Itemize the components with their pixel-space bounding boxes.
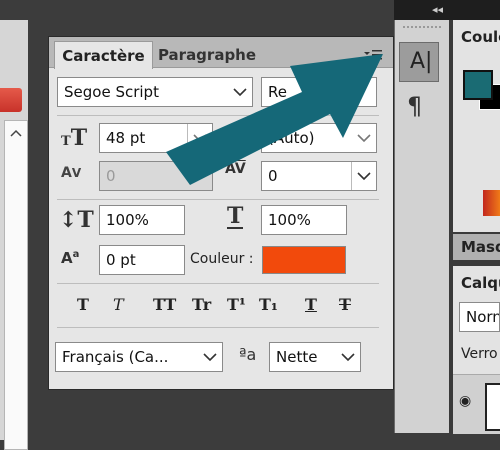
- annotation-arrow: [166, 54, 383, 185]
